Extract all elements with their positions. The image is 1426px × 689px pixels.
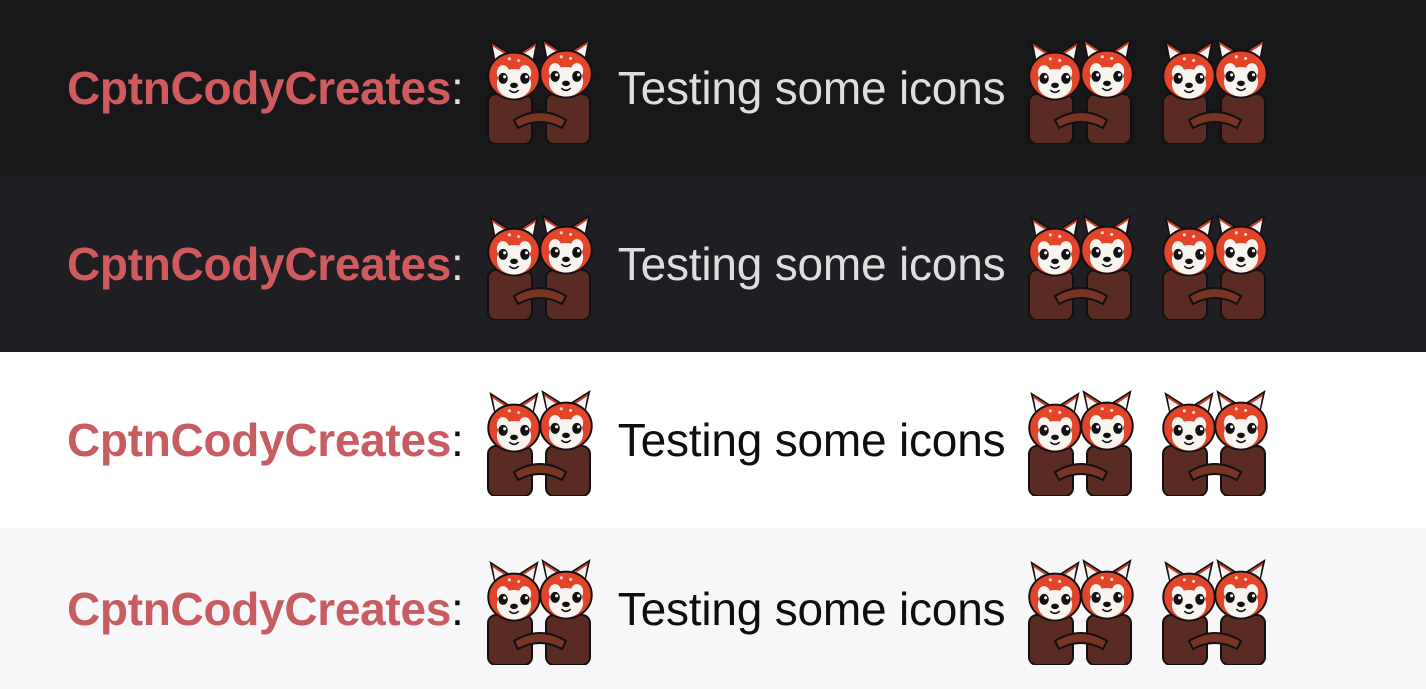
red-panda-handshake-icon[interactable] xyxy=(1025,553,1137,665)
chat-line-dark-alt: CptnCodyCreates : Testing some icons xyxy=(0,176,1426,352)
red-panda-handshake-icon[interactable] xyxy=(1159,553,1271,665)
chat-line-dark: CptnCodyCreates : Testing some icons xyxy=(0,0,1426,176)
chat-message-text: Testing some icons xyxy=(617,62,1006,114)
chat-username[interactable]: CptnCodyCreates xyxy=(67,413,451,467)
chat-line-light: CptnCodyCreates : Testing some icons xyxy=(0,352,1426,528)
red-panda-handshake-icon[interactable] xyxy=(484,384,596,496)
red-panda-handshake-icon[interactable] xyxy=(484,553,596,665)
chat-username[interactable]: CptnCodyCreates xyxy=(67,237,451,291)
chat-separator: : xyxy=(451,238,464,290)
chat-username[interactable]: CptnCodyCreates xyxy=(67,61,451,115)
red-panda-handshake-icon[interactable] xyxy=(1159,208,1271,320)
chat-preview: CptnCodyCreates : Testing some icons Cpt… xyxy=(0,0,1426,689)
red-panda-handshake-icon[interactable] xyxy=(1025,384,1137,496)
chat-message-text: Testing some icons xyxy=(617,582,1006,635)
chat-line-light-alt: CptnCodyCreates : Testing some icons xyxy=(0,528,1426,689)
red-panda-handshake-icon[interactable] xyxy=(484,32,596,144)
chat-username[interactable]: CptnCodyCreates xyxy=(67,582,451,636)
chat-message-text: Testing some icons xyxy=(617,238,1006,290)
red-panda-handshake-icon[interactable] xyxy=(1025,32,1137,144)
chat-separator: : xyxy=(451,582,464,635)
red-panda-handshake-icon[interactable] xyxy=(1159,32,1271,144)
red-panda-handshake-icon[interactable] xyxy=(1159,384,1271,496)
chat-separator: : xyxy=(451,62,464,114)
chat-separator: : xyxy=(451,414,464,466)
red-panda-handshake-icon[interactable] xyxy=(484,208,596,320)
red-panda-handshake-icon[interactable] xyxy=(1025,208,1137,320)
chat-message-text: Testing some icons xyxy=(617,414,1006,466)
